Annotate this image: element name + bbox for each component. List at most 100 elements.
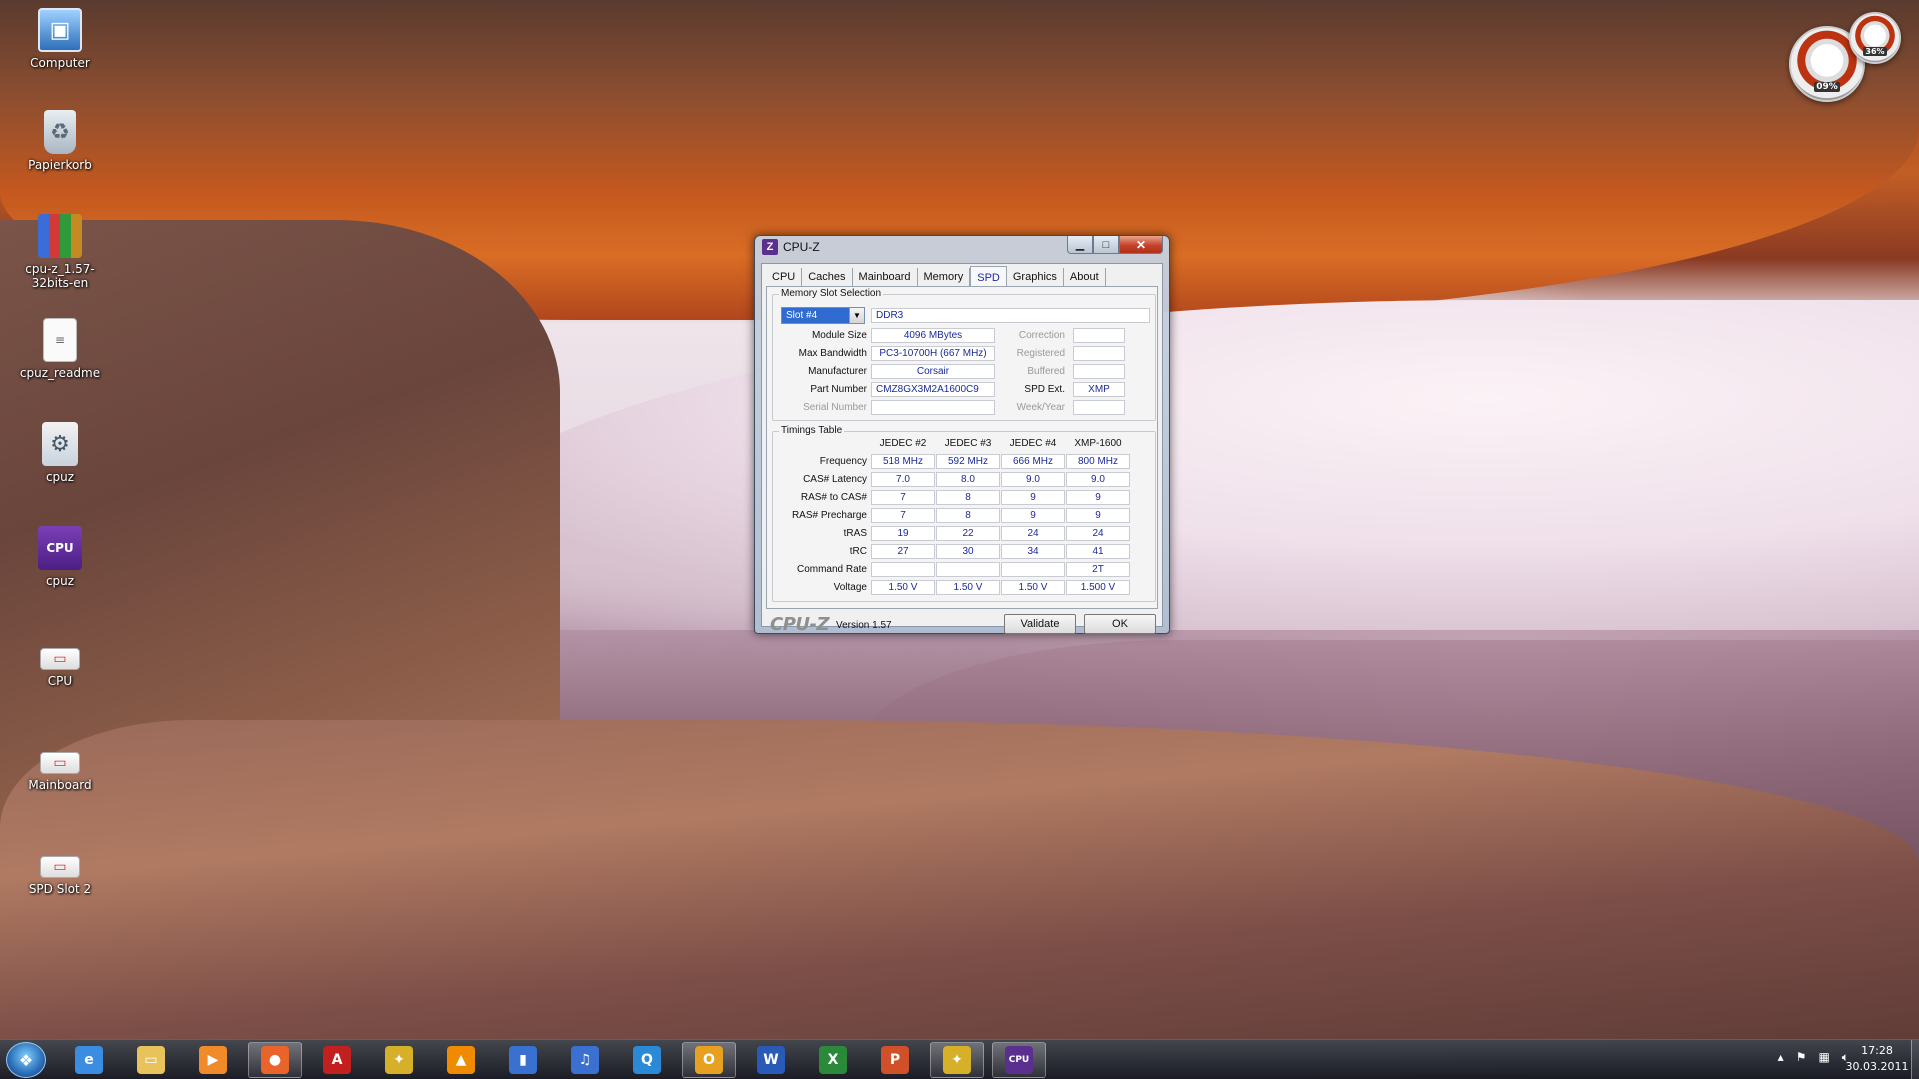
- windows-explorer-icon: ▭: [137, 1046, 165, 1074]
- taskbar-item[interactable]: ●: [248, 1042, 302, 1078]
- timing-cell: 800 MHz: [1066, 454, 1130, 469]
- recycle-bin-icon: ♻: [44, 110, 76, 154]
- tab-memory[interactable]: Memory: [918, 268, 971, 287]
- validate-button[interactable]: Validate: [1004, 614, 1076, 634]
- timing-cell: 9: [1066, 508, 1130, 523]
- correction-label: Correction: [1018, 330, 1065, 341]
- desktop-icon-cpuz-readme[interactable]: ≡ cpuz_readme: [8, 318, 112, 380]
- tool-app-icon: ✦: [385, 1046, 413, 1074]
- taskbar-item[interactable]: W: [744, 1042, 798, 1078]
- cpu-meter-gadget[interactable]: 09% 36%: [1789, 12, 1901, 102]
- tab-graphics[interactable]: Graphics: [1007, 268, 1064, 287]
- taskbar-item[interactable]: ♫: [558, 1042, 612, 1078]
- media-player-icon: ▶: [199, 1046, 227, 1074]
- timing-cell: 1.500 V: [1066, 580, 1130, 595]
- cpuz-window: Z CPU-Z ▁ □ ✕ CPU Caches Mainboard Memor…: [754, 235, 1170, 635]
- desktop-icon-cpuz-archive[interactable]: cpu-z_1.57-32bits-en: [8, 214, 112, 290]
- timing-row-label: CAS# Latency: [803, 474, 867, 485]
- taskbar-item[interactable]: X: [806, 1042, 860, 1078]
- app-icon: ▮: [509, 1046, 537, 1074]
- timing-column-header: JEDEC #2: [879, 438, 927, 449]
- taskbar-item[interactable]: ✦: [930, 1042, 984, 1078]
- taskbar-item[interactable]: e: [62, 1042, 116, 1078]
- taskbar-item[interactable]: ▲: [434, 1042, 488, 1078]
- search-app-icon: Q: [633, 1046, 661, 1074]
- timing-cell: 666 MHz: [1001, 454, 1065, 469]
- spd-panel: Memory Slot Selection Slot #4 ▼ DDR3 Mod…: [766, 286, 1158, 609]
- chevron-down-icon[interactable]: ▼: [849, 308, 864, 323]
- tab-cpu[interactable]: CPU: [766, 268, 803, 287]
- timing-column-header: JEDEC #3: [944, 438, 992, 449]
- taskbar: ❖ e ▭ ▶ ● A ✦ ▲ ▮ ♫ Q O W X P ✦ CPU ▴ ⚑ ▦ 🔈︎ 17:28 30.0…: [0, 1039, 1919, 1079]
- desktop-icon-label: cpu-z_1.57-32bits-en: [25, 262, 95, 290]
- timing-column-header: XMP-1600: [1074, 438, 1122, 449]
- action-center-flag-icon[interactable]: ⚑: [1796, 1050, 1807, 1065]
- version-label: Version 1.57: [836, 620, 892, 631]
- timing-cell: 1.50 V: [936, 580, 1000, 595]
- slot-select[interactable]: Slot #4 ▼: [781, 307, 865, 324]
- desktop-icon-cpu[interactable]: ▭ CPU: [8, 630, 112, 688]
- timing-cell: 9: [1066, 490, 1130, 505]
- cpu-usage-value: 09%: [1814, 82, 1840, 92]
- timing-cell: 9.0: [1001, 472, 1065, 487]
- tool-app-icon: ✦: [943, 1046, 971, 1074]
- tab-spd[interactable]: SPD: [970, 266, 1007, 287]
- part-number-label: Part Number: [810, 384, 867, 395]
- taskbar-item[interactable]: A: [310, 1042, 364, 1078]
- clock[interactable]: 17:28 30.03.2011: [1845, 1043, 1909, 1075]
- desktop-icon-mainboard[interactable]: ▭ Mainboard: [8, 734, 112, 792]
- desktop-icon-cpuz-app[interactable]: CPU cpuz: [8, 526, 112, 588]
- timing-column-header: JEDEC #4: [1009, 438, 1057, 449]
- timing-row-label: tRAS: [843, 528, 867, 539]
- taskbar-item[interactable]: ✦: [372, 1042, 426, 1078]
- desktop-icon-recycle-bin[interactable]: ♻ Papierkorb: [8, 110, 112, 172]
- buffered-field: [1073, 364, 1125, 379]
- serial-number-label: Serial Number: [803, 402, 867, 413]
- maximize-button[interactable]: □: [1093, 236, 1119, 254]
- taskbar-item[interactable]: O: [682, 1042, 736, 1078]
- show-desktop-button[interactable]: [1911, 1040, 1919, 1079]
- memory-type-field: DDR3: [871, 308, 1150, 323]
- desktop-icon-computer[interactable]: ▣ Computer: [8, 8, 112, 70]
- close-button[interactable]: ✕: [1119, 236, 1163, 254]
- timing-cell: 8: [936, 508, 1000, 523]
- taskbar-item[interactable]: CPU: [992, 1042, 1046, 1078]
- image-shortcut-icon: ▭: [40, 752, 80, 774]
- taskbar-item[interactable]: ▭: [124, 1042, 178, 1078]
- registered-label: Registered: [1016, 348, 1065, 359]
- timing-cell: 24: [1066, 526, 1130, 541]
- desktop-icon-spd-slot-2[interactable]: ▭ SPD Slot 2: [8, 838, 112, 896]
- slot-select-value: Slot #4: [786, 310, 818, 321]
- spd-ext-field: XMP: [1073, 382, 1125, 397]
- start-button[interactable]: ❖: [6, 1042, 46, 1078]
- memory-usage-value: 36%: [1863, 47, 1887, 56]
- internet-explorer-icon: e: [75, 1046, 103, 1074]
- clock-time: 17:28: [1861, 1044, 1893, 1057]
- tab-about[interactable]: About: [1064, 268, 1106, 287]
- show-hidden-icons-icon[interactable]: ▴: [1778, 1050, 1784, 1065]
- title-bar[interactable]: Z CPU-Z ▁ □ ✕: [755, 236, 1169, 258]
- tab-mainboard[interactable]: Mainboard: [853, 268, 918, 287]
- max-bandwidth-label: Max Bandwidth: [798, 348, 867, 359]
- minimize-button[interactable]: ▁: [1067, 236, 1093, 254]
- timing-cell: [871, 562, 935, 577]
- timing-row-label: tRC: [849, 546, 867, 557]
- timing-cell: 27: [871, 544, 935, 559]
- taskbar-item[interactable]: P: [868, 1042, 922, 1078]
- part-number-field: CMZ8GX3M2A1600C9: [871, 382, 995, 397]
- max-bandwidth-field: PC3-10700H (667 MHz): [871, 346, 995, 361]
- tab-caches[interactable]: Caches: [802, 268, 853, 287]
- desktop-icon-label: Computer: [30, 56, 90, 70]
- desktop-icon-cpuz-config[interactable]: ⚙ cpuz: [8, 422, 112, 484]
- ok-button[interactable]: OK: [1084, 614, 1156, 634]
- window-controls: ▁ □ ✕: [1067, 236, 1163, 254]
- taskbar-item[interactable]: ▮: [496, 1042, 550, 1078]
- taskbar-item[interactable]: ▶: [186, 1042, 240, 1078]
- timing-row-label: Frequency: [819, 456, 867, 467]
- timing-cell: 41: [1066, 544, 1130, 559]
- week-year-field: [1073, 400, 1125, 415]
- desktop-icon-label: cpuz: [45, 470, 75, 484]
- timing-cell: 30: [936, 544, 1000, 559]
- taskbar-item[interactable]: Q: [620, 1042, 674, 1078]
- network-icon[interactable]: ▦: [1818, 1050, 1829, 1065]
